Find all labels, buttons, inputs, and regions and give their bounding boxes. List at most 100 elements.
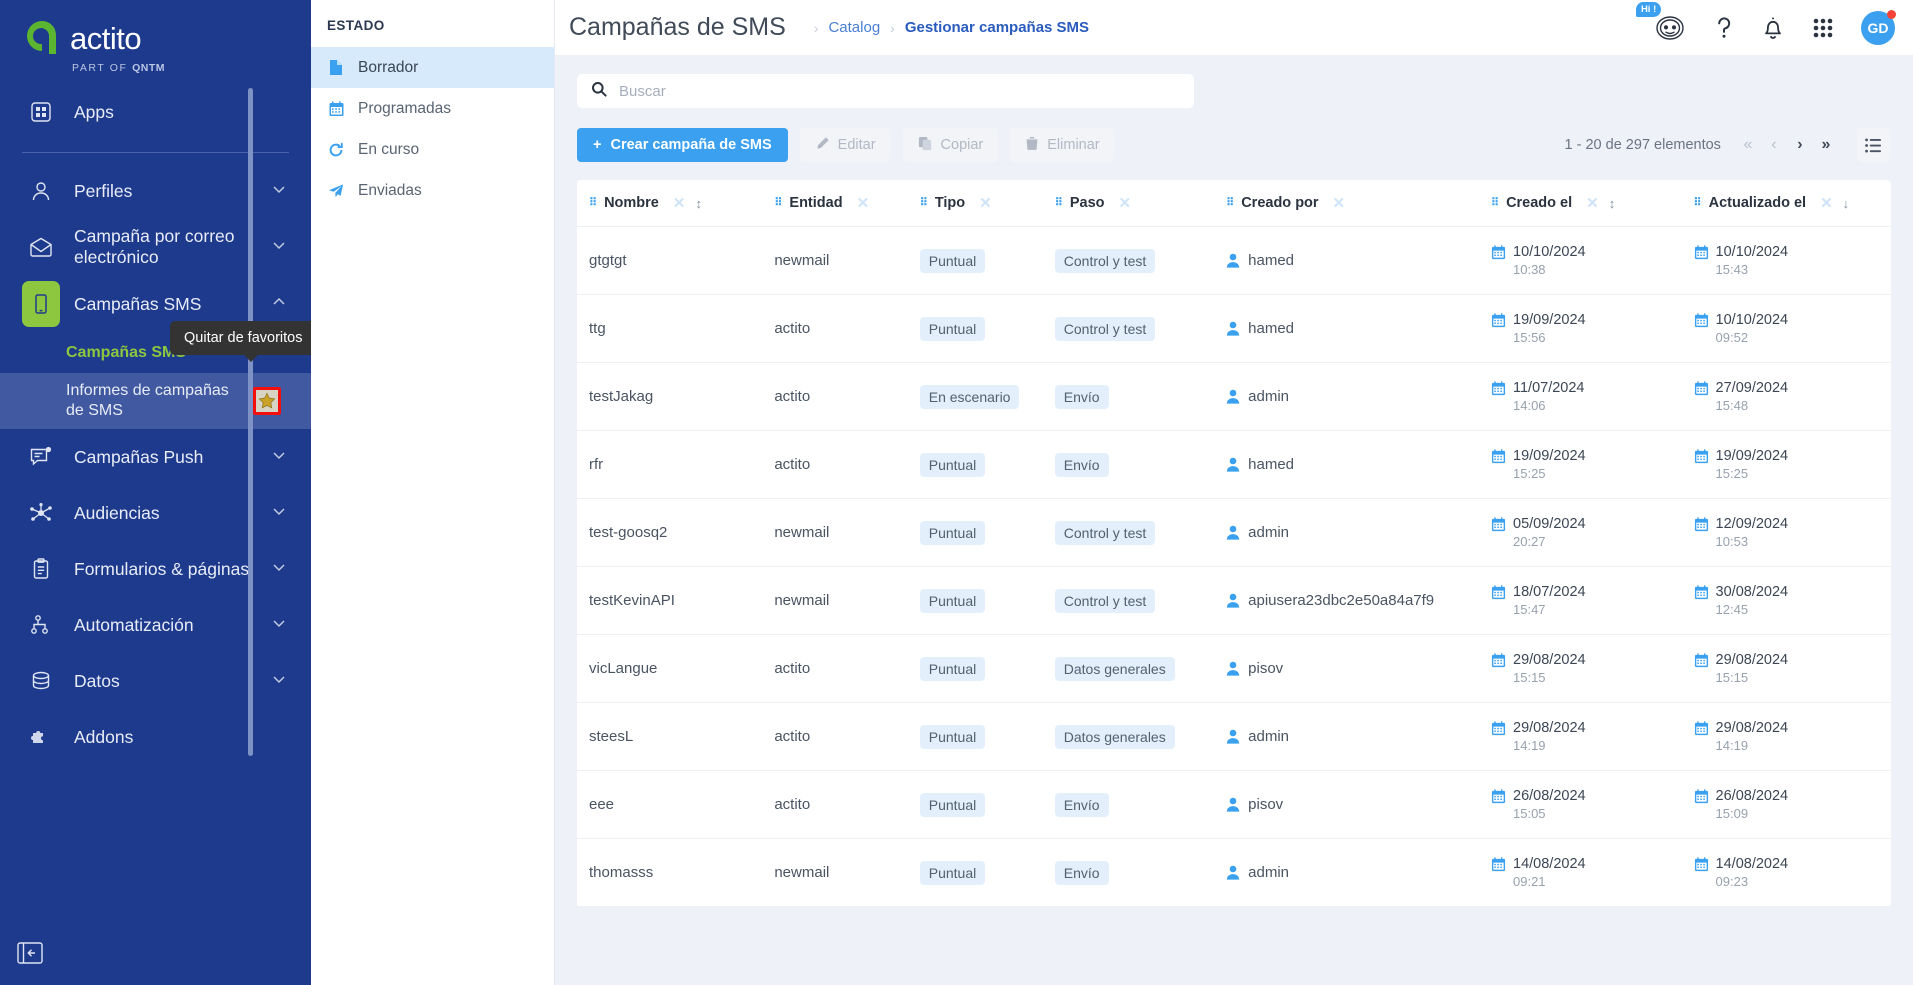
remove-column-icon[interactable]: ✕ [1119, 194, 1132, 212]
chevron-down-icon[interactable] [271, 503, 293, 524]
calendar-icon [1694, 584, 1709, 600]
cell-nombre: thomasss [577, 838, 775, 907]
sidebar-item-audiencias[interactable]: Audiencias [0, 485, 311, 541]
search-input[interactable] [619, 82, 1180, 100]
column-header-actualizado-el[interactable]: ⠿ Actualizado el ✕ ↓ [1693, 180, 1891, 227]
table-row[interactable]: gtgtgt newmail Puntual Control y test hamed 1… [577, 226, 1891, 295]
notifications-bell-icon[interactable] [1761, 15, 1785, 41]
chatbot-assistant-icon[interactable]: Hi ! [1635, 1, 1687, 43]
table-row[interactable]: ttg actito Puntual Control y test hamed 19/09… [577, 294, 1891, 363]
help-icon[interactable] [1713, 15, 1735, 41]
edit-button[interactable]: Editar [799, 128, 891, 162]
breadcrumb-catalog[interactable]: Catalog [828, 19, 880, 36]
sidebar-item-automatizacion[interactable]: Automatización [0, 597, 311, 653]
paso-badge: Envío [1054, 452, 1109, 477]
sidebar-item-email-campaign[interactable]: Campaña por correo electrónico [0, 219, 311, 275]
pagination-next-button[interactable]: › [1787, 132, 1813, 158]
chevron-down-icon[interactable] [271, 559, 293, 580]
creado-el-time: 15:05 [1513, 806, 1546, 821]
column-header-creado-el[interactable]: ⠿ Creado el ✕ ↕ [1491, 180, 1694, 227]
sidebar-scrollbar[interactable] [248, 88, 253, 756]
calendar-icon [1694, 856, 1709, 872]
copy-button[interactable]: Copiar [902, 128, 999, 162]
creado-el-date: 18/07/2024 [1513, 584, 1586, 600]
creado-por-value: admin [1248, 728, 1289, 745]
chevron-down-icon[interactable] [271, 671, 293, 692]
drag-grip-icon[interactable]: ⠿ [1226, 198, 1234, 209]
chevron-down-icon[interactable] [271, 181, 293, 202]
estado-item-borrador[interactable]: Borrador [311, 47, 554, 88]
table-row[interactable]: test-goosq2 newmail Puntual Control y test a… [577, 498, 1891, 567]
pagination-first-button[interactable]: « [1735, 132, 1761, 158]
sidebar-item-datos[interactable]: Datos [0, 653, 311, 709]
table-row[interactable]: thomasss newmail Puntual Envío admin 14/08/20… [577, 838, 1891, 907]
sidebar-item-push-campaigns[interactable]: Campañas Push [0, 429, 311, 485]
creado-el-date: 11/07/2024 [1513, 380, 1585, 396]
remove-column-icon[interactable]: ✕ [673, 194, 686, 212]
chevron-up-icon[interactable] [271, 294, 293, 315]
chevron-down-icon[interactable] [271, 615, 293, 636]
table-row[interactable]: rfr actito Puntual Envío hamed 19/09/2024 15:2… [577, 430, 1891, 499]
cell-creado-el: 19/09/2024 15:56 [1491, 294, 1694, 363]
sidebar-subitem-sms-reports[interactable]: Informes de campañas de SMS [0, 373, 311, 429]
table-row[interactable]: vicLangue actito Puntual Datos generales pis… [577, 634, 1891, 703]
column-header-entidad[interactable]: ⠿ Entidad ✕ [774, 180, 920, 227]
remove-column-icon[interactable]: ✕ [979, 194, 992, 212]
breadcrumb-current[interactable]: Gestionar campañas SMS [905, 19, 1089, 36]
search-bar[interactable] [577, 74, 1194, 108]
remove-column-icon[interactable]: ✕ [1586, 194, 1599, 212]
remove-column-icon[interactable]: ✕ [857, 194, 870, 212]
sidebar-item-apps[interactable]: Apps [0, 84, 311, 140]
collapse-sidebar-button[interactable] [14, 939, 46, 967]
sidebar-item-perfiles[interactable]: Perfiles [0, 163, 311, 219]
create-sms-campaign-button[interactable]: + Crear campaña de SMS [577, 128, 788, 162]
column-header-nombre[interactable]: ⠿ Nombre ✕ ↕ [577, 180, 775, 227]
pagination-last-button[interactable]: » [1813, 132, 1839, 158]
remove-column-icon[interactable]: ✕ [1333, 194, 1346, 212]
header-icon-group: Hi ! GD [1635, 1, 1896, 45]
user-icon [1226, 457, 1240, 472]
table-row[interactable]: eee actito Puntual Envío pisov 26/08/2024 15:0… [577, 770, 1891, 839]
drag-grip-icon[interactable]: ⠿ [920, 198, 928, 209]
column-header-tipo[interactable]: ⠿ Tipo ✕ [919, 180, 1055, 227]
delete-button[interactable]: Eliminar [1010, 128, 1115, 162]
calendar-icon [1491, 516, 1506, 532]
avatar-notification-dot [1886, 9, 1896, 19]
estado-filter-panel: ESTADO Borrador Programadas En curso Env… [311, 0, 555, 985]
sort-toggle-icon[interactable]: ↕ [1609, 196, 1616, 211]
pagination-prev-button[interactable]: ‹ [1761, 132, 1787, 158]
favorite-star-icon[interactable] [253, 387, 281, 415]
cell-creado-el: 05/09/2024 20:27 [1491, 498, 1694, 567]
chevron-down-icon[interactable] [271, 237, 293, 258]
sort-toggle-icon[interactable]: ↕ [695, 196, 702, 211]
user-icon [1226, 593, 1240, 608]
calendar-icon [1694, 448, 1709, 464]
view-options-button[interactable] [1856, 128, 1891, 162]
drag-grip-icon[interactable]: ⠿ [1491, 198, 1499, 209]
table-row[interactable]: testJakag actito En escenario Envío admin 11/… [577, 362, 1891, 431]
column-header-paso[interactable]: ⠿ Paso ✕ [1054, 180, 1227, 227]
sidebar-item-formularios[interactable]: Formularios & páginas [0, 541, 311, 597]
apps-grid-menu-icon[interactable] [1811, 16, 1835, 40]
drag-grip-icon[interactable]: ⠿ [1055, 198, 1063, 209]
table-row[interactable]: testKevinAPI newmail Puntual Control y test… [577, 566, 1891, 635]
drag-grip-icon[interactable]: ⠿ [1694, 198, 1702, 209]
estado-item-label: Borrador [358, 58, 419, 76]
drag-grip-icon[interactable]: ⠿ [589, 198, 597, 209]
chevron-down-icon[interactable] [271, 447, 293, 468]
cell-entidad: actito [774, 702, 920, 771]
estado-item-programadas[interactable]: Programadas [311, 88, 554, 129]
column-header-creado-por[interactable]: ⠿ Creado por ✕ [1226, 180, 1491, 227]
brand-logo[interactable]: actito PART OF QNTM [0, 0, 311, 84]
estado-item-enviadas[interactable]: Enviadas [311, 170, 554, 211]
user-avatar[interactable]: GD [1860, 9, 1896, 45]
copy-button-label: Copiar [940, 137, 984, 153]
actualizado-el-time: 09:52 [1715, 330, 1749, 345]
sort-descending-icon[interactable]: ↓ [1843, 196, 1850, 211]
actualizado-el-time: 10:53 [1715, 534, 1749, 549]
estado-item-en-curso[interactable]: En curso [311, 129, 554, 170]
sidebar-item-addons[interactable]: Addons [0, 709, 311, 765]
remove-column-icon[interactable]: ✕ [1820, 194, 1833, 212]
drag-grip-icon[interactable]: ⠿ [774, 198, 782, 209]
table-row[interactable]: steesL actito Puntual Datos generales admin 2… [577, 702, 1891, 771]
